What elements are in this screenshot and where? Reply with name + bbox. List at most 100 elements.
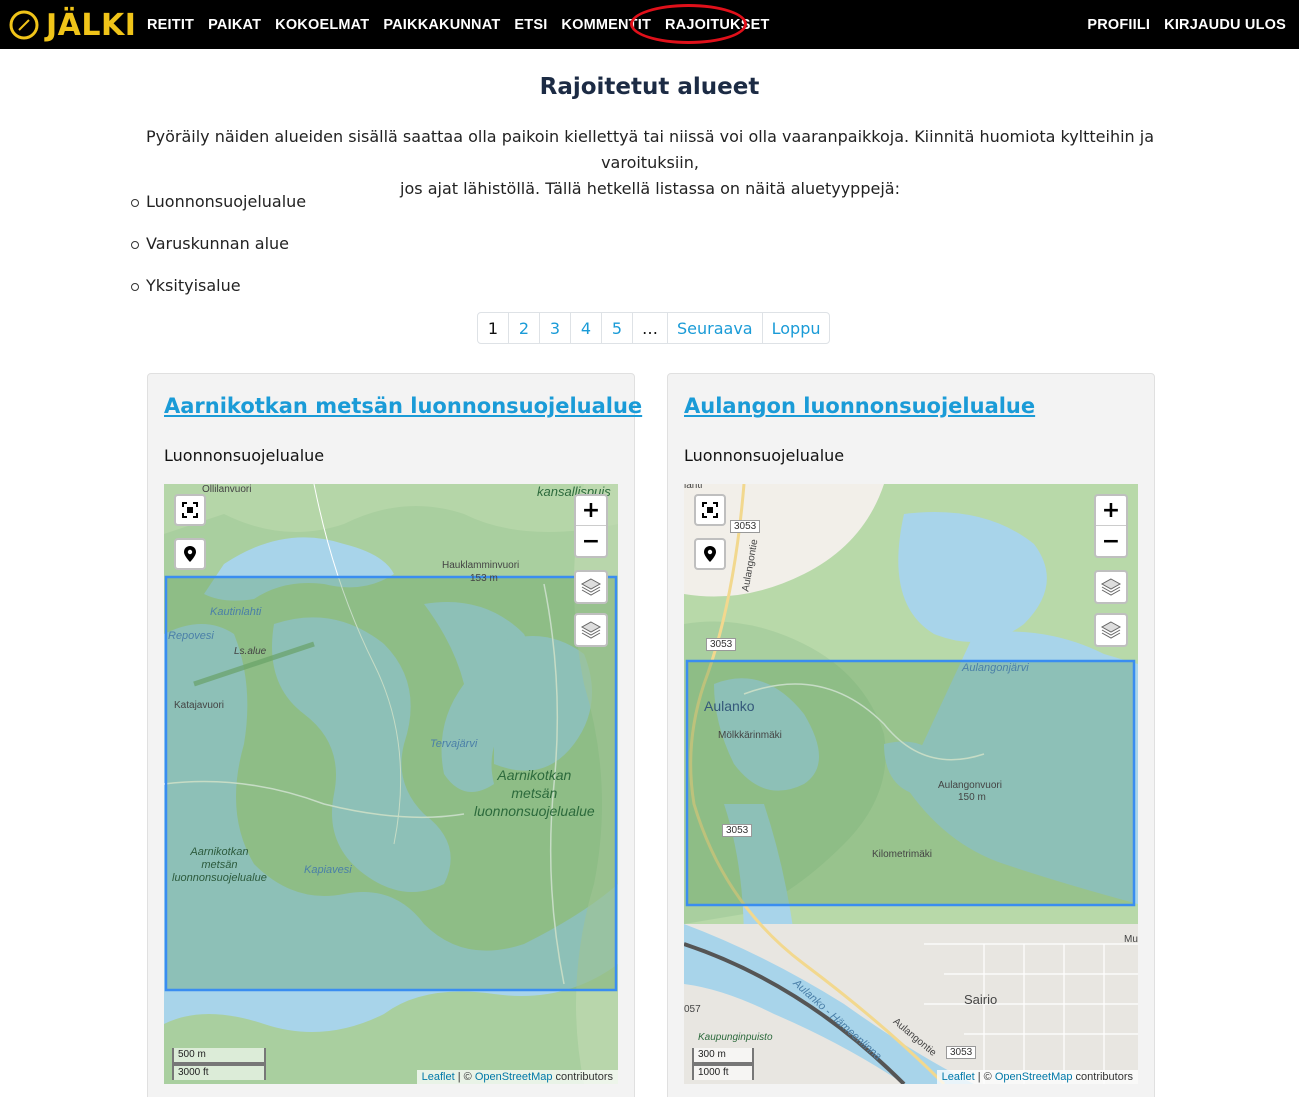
map-label: Aulanko: [704, 698, 755, 714]
layers-button[interactable]: [574, 570, 608, 604]
list-item: Yksityisalue: [131, 276, 306, 318]
map-label: metsän: [201, 859, 238, 871]
zoom-control: + −: [574, 494, 608, 558]
top-navbar: JÄLKI REITIT PAIKAT KOKOELMAT PAIKKAKUNN…: [0, 0, 1299, 49]
nav-paikkakunnat[interactable]: PAIKKAKUNNAT: [376, 17, 507, 33]
fullscreen-icon: [182, 502, 198, 518]
map-label: Kaupunginpuisto: [698, 1032, 773, 1043]
page-1[interactable]: 1: [478, 313, 509, 343]
fullscreen-button[interactable]: [174, 494, 206, 526]
area-type-label: Luonnonsuojelualue: [146, 192, 307, 211]
protected-area-label: Aarnikotkan metsän luonnonsuojelualue: [474, 766, 595, 820]
bullet-icon: [131, 283, 139, 291]
map-label: luonnonsuojelualue: [474, 803, 595, 819]
map-label: Aulangonjärvi: [962, 662, 1029, 674]
scale-imperial: 1000 ft: [692, 1064, 754, 1080]
zoom-out-button[interactable]: −: [576, 526, 606, 556]
fullscreen-icon: [702, 502, 718, 518]
layers-icon: [580, 621, 602, 639]
page-4[interactable]: 4: [571, 313, 602, 343]
area-title-link[interactable]: Aulangon luonnonsuojelualue: [684, 394, 1035, 418]
nav-kommentit[interactable]: KOMMENTIT: [554, 17, 658, 33]
road-number: 3053: [730, 520, 761, 533]
road-number: 3053: [722, 824, 753, 837]
map-label: metsän: [511, 785, 558, 801]
nav-profiili[interactable]: PROFIILI: [1080, 17, 1157, 33]
road-number: 3053: [946, 1046, 977, 1059]
nav-kokoelmat[interactable]: KOKOELMAT: [268, 17, 376, 33]
zoom-in-button[interactable]: +: [1096, 496, 1126, 526]
locate-button[interactable]: [174, 538, 206, 570]
area-type: Luonnonsuojelualue: [684, 446, 845, 465]
area-map[interactable]: Ollilanvuori kansallispuis Hauklamminvuo…: [164, 484, 618, 1084]
map-label: Kautinlahti: [210, 606, 262, 618]
last-page-link[interactable]: Loppu: [763, 313, 830, 343]
nav-paikat[interactable]: PAIKAT: [201, 17, 268, 33]
leaflet-link[interactable]: Leaflet: [422, 1071, 455, 1083]
map-label: Ollilanvuori: [202, 484, 252, 495]
brand-logo[interactable]: JÄLKI: [8, 6, 136, 44]
area-card: Aarnikotkan metsän luonnonsuojelualue Lu…: [147, 373, 642, 1097]
map-label: Aulangonvuori: [938, 780, 1002, 791]
brand-name: JÄLKI: [46, 7, 137, 43]
map-label: Kapiavesi: [304, 864, 352, 876]
zoom-out-button[interactable]: −: [1096, 526, 1126, 556]
list-item: Varuskunnan alue: [131, 234, 306, 276]
compass-icon: [9, 10, 39, 40]
protected-area-label-small: Aarnikotkan metsän luonnonsuojelualue: [172, 846, 267, 885]
map-label: lahti: [684, 484, 703, 491]
map-label: Ls.alue: [234, 646, 267, 657]
bullet-icon: [131, 241, 139, 249]
map-label: luonnonsuojelualue: [172, 872, 267, 884]
map-label: 057: [684, 1004, 701, 1015]
map-label: 153 m: [470, 573, 498, 584]
map-label: Mölkkärinmäki: [718, 730, 782, 741]
map-label: Sairio: [964, 992, 998, 1007]
location-pin-icon: [184, 546, 196, 562]
fullscreen-button[interactable]: [694, 494, 726, 526]
overlay-layers-button[interactable]: [1094, 613, 1128, 647]
map-attribution: Leaflet | © OpenStreetMap contributors: [936, 1070, 1138, 1084]
location-pin-icon: [704, 546, 716, 562]
leaflet-link[interactable]: Leaflet: [942, 1071, 975, 1083]
nav-etsi[interactable]: ETSI: [507, 17, 554, 33]
page-ellipsis: …: [633, 313, 668, 343]
attribution-separator: | ©: [454, 1071, 475, 1083]
attribution-separator: | ©: [974, 1071, 995, 1083]
zoom-in-button[interactable]: +: [576, 496, 606, 526]
page-5[interactable]: 5: [602, 313, 633, 343]
osm-link[interactable]: OpenStreetMap: [995, 1071, 1073, 1083]
page-3[interactable]: 3: [540, 313, 571, 343]
nav-kirjaudu-ulos[interactable]: KIRJAUDU ULOS: [1157, 17, 1293, 33]
area-map[interactable]: lahti 3053 3053 3053 3053 Aulangontie Au…: [684, 484, 1138, 1084]
map-label: Hauklamminvuori: [442, 560, 520, 571]
nav-reitit[interactable]: REITIT: [140, 17, 201, 33]
page-title: Rajoitetut alueet: [539, 74, 760, 100]
osm-link[interactable]: OpenStreetMap: [475, 1071, 553, 1083]
layers-icon: [580, 578, 602, 596]
bullet-icon: [131, 199, 139, 207]
map-label: Repovesi: [168, 630, 214, 642]
area-title-link[interactable]: Aarnikotkan metsän luonnonsuojelualue: [164, 394, 642, 418]
page-2[interactable]: 2: [509, 313, 540, 343]
user-nav: PROFIILI KIRJAUDU ULOS: [1080, 0, 1293, 49]
overlay-layers-button[interactable]: [574, 613, 608, 647]
intro-line-1: Pyöräily näiden alueiden sisällä saattaa…: [145, 127, 1155, 172]
next-page-link[interactable]: Seuraava: [668, 313, 763, 343]
map-label: 150 m: [958, 792, 986, 803]
intro-text: Pyöräily näiden alueiden sisällä saattaa…: [120, 124, 1180, 202]
road-number: 3053: [706, 638, 737, 651]
layers-icon: [1100, 621, 1122, 639]
zoom-control: + −: [1094, 494, 1128, 558]
map-label: Aarnikotkan: [497, 767, 572, 783]
map-label: Kilometrimäki: [872, 849, 933, 860]
list-item: Luonnonsuojelualue: [131, 192, 306, 234]
main-nav: REITIT PAIKAT KOKOELMAT PAIKKAKUNNAT ETS…: [140, 0, 777, 49]
map-scale: 300 m 1000 ft: [692, 1048, 754, 1080]
area-type-label: Varuskunnan alue: [146, 234, 290, 253]
layers-button[interactable]: [1094, 570, 1128, 604]
map-scale: 500 m 3000 ft: [172, 1048, 266, 1080]
locate-button[interactable]: [694, 538, 726, 570]
nav-rajoitukset[interactable]: RAJOITUKSET: [658, 17, 777, 33]
scale-metric: 500 m: [172, 1048, 266, 1064]
